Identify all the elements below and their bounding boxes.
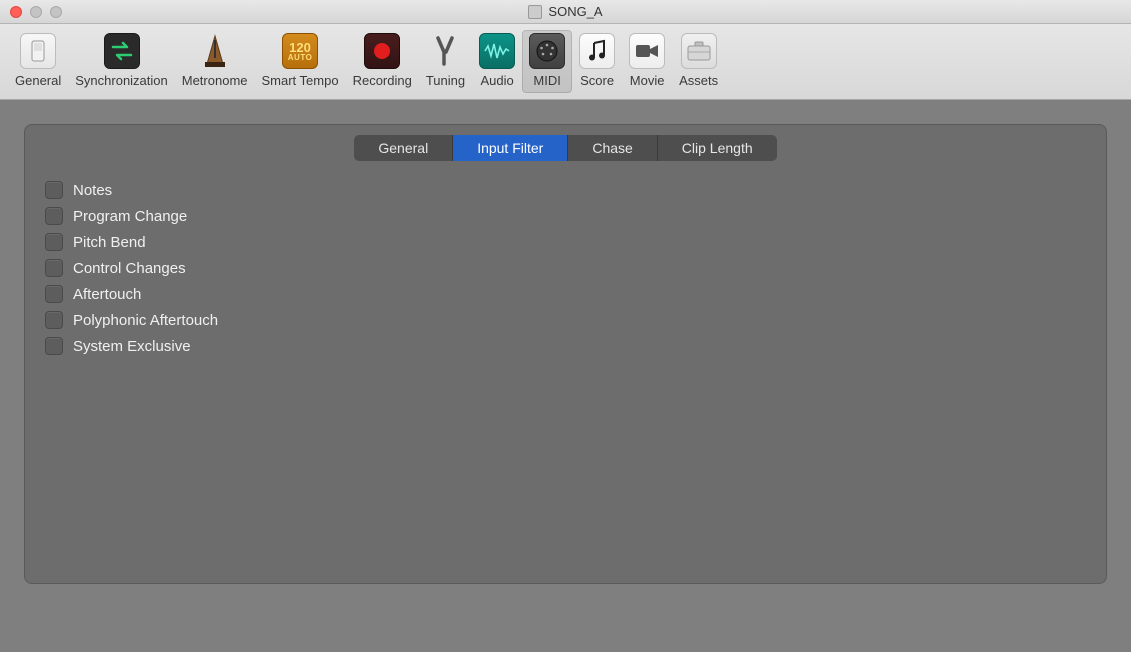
fullscreen-button[interactable] xyxy=(50,6,62,18)
filter-row-aftertouch: Aftertouch xyxy=(45,281,1086,307)
switch-icon xyxy=(20,33,56,69)
minimize-button[interactable] xyxy=(30,6,42,18)
toolbar-item-smart-tempo[interactable]: 120 AUTO Smart Tempo xyxy=(255,30,346,93)
toolbar-item-audio[interactable]: Audio xyxy=(472,30,522,93)
tab-input-filter[interactable]: Input Filter xyxy=(453,135,568,161)
checkbox-polyphonic-aftertouch[interactable] xyxy=(45,311,63,329)
filter-label: Pitch Bend xyxy=(73,234,146,251)
tempo-value: 120 xyxy=(289,41,311,54)
metronome-icon xyxy=(197,33,233,69)
titlebar: SONG_A xyxy=(0,0,1131,24)
midi-subtab-control: General Input Filter Chase Clip Length xyxy=(354,135,776,161)
toolbar-item-movie[interactable]: Movie xyxy=(622,30,672,93)
preferences-window: SONG_A General Synchronization Metronome… xyxy=(0,0,1131,652)
filter-label: Notes xyxy=(73,182,112,199)
toolbar-label: Audio xyxy=(481,73,514,88)
filter-row-program-change: Program Change xyxy=(45,203,1086,229)
checkbox-aftertouch[interactable] xyxy=(45,285,63,303)
filter-row-system-exclusive: System Exclusive xyxy=(45,333,1086,359)
window-title-group: SONG_A xyxy=(0,4,1131,19)
tempo-mode: AUTO xyxy=(288,54,313,62)
checkbox-pitch-bend[interactable] xyxy=(45,233,63,251)
toolbar-label: Metronome xyxy=(182,73,248,88)
close-button[interactable] xyxy=(10,6,22,18)
toolbar-label: Smart Tempo xyxy=(262,73,339,88)
tab-clip-length[interactable]: Clip Length xyxy=(658,135,777,161)
toolbar-item-midi[interactable]: MIDI xyxy=(522,30,572,93)
document-icon xyxy=(528,5,542,19)
window-controls xyxy=(0,6,62,18)
toolbar-item-score[interactable]: Score xyxy=(572,30,622,93)
toolbar-item-tuning[interactable]: Tuning xyxy=(419,30,472,93)
filter-row-pitch-bend: Pitch Bend xyxy=(45,229,1086,255)
checkbox-notes[interactable] xyxy=(45,181,63,199)
checkbox-system-exclusive[interactable] xyxy=(45,337,63,355)
toolbar-label: Recording xyxy=(353,73,412,88)
filter-row-polyphonic-aftertouch: Polyphonic Aftertouch xyxy=(45,307,1086,333)
filter-row-control-changes: Control Changes xyxy=(45,255,1086,281)
checkbox-program-change[interactable] xyxy=(45,207,63,225)
tab-chase[interactable]: Chase xyxy=(568,135,657,161)
toolbar-label: Assets xyxy=(679,73,718,88)
toolbar-label: Synchronization xyxy=(75,73,168,88)
filter-label: Polyphonic Aftertouch xyxy=(73,312,218,329)
toolbar-item-general[interactable]: General xyxy=(8,30,68,93)
toolbar-label: Score xyxy=(580,73,614,88)
midi-settings-panel: General Input Filter Chase Clip Length N… xyxy=(24,124,1107,584)
camera-icon xyxy=(629,33,665,69)
toolbar-item-synchronization[interactable]: Synchronization xyxy=(68,30,175,93)
input-filter-options: Notes Program Change Pitch Bend Control … xyxy=(45,177,1086,359)
midi-port-icon xyxy=(529,33,565,69)
sync-arrows-icon xyxy=(104,33,140,69)
checkbox-control-changes[interactable] xyxy=(45,259,63,277)
filter-label: Program Change xyxy=(73,208,187,225)
content-area: General Input Filter Chase Clip Length N… xyxy=(0,100,1131,652)
toolbar-label: Tuning xyxy=(426,73,465,88)
tuning-fork-icon xyxy=(427,33,463,69)
filter-label: System Exclusive xyxy=(73,338,191,355)
smart-tempo-icon: 120 AUTO xyxy=(282,33,318,69)
music-note-icon xyxy=(579,33,615,69)
toolbar-item-assets[interactable]: Assets xyxy=(672,30,725,93)
filter-label: Aftertouch xyxy=(73,286,141,303)
toolbar-label: General xyxy=(15,73,61,88)
briefcase-icon xyxy=(681,33,717,69)
toolbar-item-recording[interactable]: Recording xyxy=(346,30,419,93)
record-icon xyxy=(364,33,400,69)
window-title: SONG_A xyxy=(548,4,602,19)
toolbar-label: MIDI xyxy=(533,73,560,88)
waveform-icon xyxy=(479,33,515,69)
filter-label: Control Changes xyxy=(73,260,186,277)
toolbar-item-metronome[interactable]: Metronome xyxy=(175,30,255,93)
tab-general[interactable]: General xyxy=(354,135,453,161)
toolbar-label: Movie xyxy=(630,73,665,88)
preferences-toolbar: General Synchronization Metronome 120 AU… xyxy=(0,24,1131,100)
filter-row-notes: Notes xyxy=(45,177,1086,203)
